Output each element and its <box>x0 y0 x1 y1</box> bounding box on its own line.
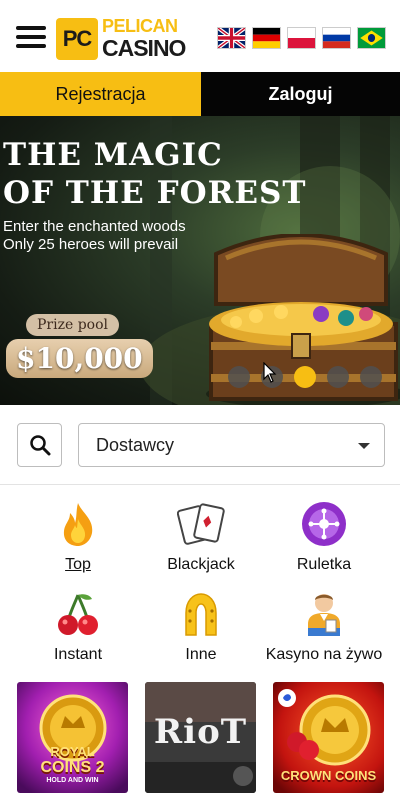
category-label-live-casino: Kasyno na żywo <box>265 646 383 663</box>
category-top[interactable]: Top <box>18 500 138 582</box>
hamburger-menu-icon[interactable] <box>16 26 46 48</box>
game-tile-riot[interactable]: RioT <box>145 682 256 793</box>
flag-germany-icon[interactable] <box>252 27 281 49</box>
provider-dropdown[interactable]: Dostawcy <box>78 423 385 467</box>
cherries-icon <box>54 590 102 638</box>
category-instant[interactable]: Instant <box>18 590 138 672</box>
provider-dropdown-value: Dostawcy <box>96 434 175 455</box>
horseshoe-icon <box>177 590 225 638</box>
search-button[interactable] <box>17 423 62 467</box>
game-tagline: HOLD AND WIN <box>46 777 99 784</box>
logo[interactable]: PC PELICAN CASINO <box>56 16 186 62</box>
banner-title: THE MAGIC OF THE FOREST <box>3 137 307 211</box>
carousel-dots <box>228 366 382 388</box>
flag-brazil-icon[interactable] <box>357 27 386 49</box>
playing-cards-icon <box>177 500 225 548</box>
register-button[interactable]: Rejestracja <box>0 72 201 116</box>
category-inne[interactable]: Inne <box>141 590 261 672</box>
fire-icon <box>54 500 102 548</box>
category-label-inne: Inne <box>185 646 217 663</box>
game-name: CROWN COINS <box>280 768 377 783</box>
game-tile-crown-coins[interactable]: CROWN COINS <box>273 682 384 793</box>
category-label-blackjack: Blackjack <box>167 556 235 573</box>
language-flags <box>217 27 386 49</box>
game-tile-royal-coins-2[interactable]: ROYAL COINS 2 HOLD AND WIN <box>17 682 128 793</box>
live-dealer-icon <box>300 590 348 638</box>
carousel-dot-3[interactable] <box>294 366 316 388</box>
logo-badge: PC <box>56 18 98 60</box>
carousel-dot-5[interactable] <box>360 366 382 388</box>
prize-pool-label: Prize pool <box>26 314 119 336</box>
promo-banner[interactable]: THE MAGIC OF THE FOREST Enter the enchan… <box>0 116 400 405</box>
game-name: RioT <box>153 712 248 752</box>
flag-poland-icon[interactable] <box>287 27 316 49</box>
logo-line2: CASINO <box>102 35 186 61</box>
search-icon <box>29 435 50 456</box>
category-blackjack[interactable]: Blackjack <box>141 500 261 582</box>
game-name: ROYAL <box>50 744 95 759</box>
flag-russia-icon[interactable] <box>322 27 351 49</box>
roulette-icon <box>300 500 348 548</box>
search-row: Dostawcy <box>0 405 400 485</box>
header: PC PELICAN CASINO <box>0 0 400 72</box>
category-label-top: Top <box>65 556 91 573</box>
login-button[interactable]: Zaloguj <box>201 72 400 116</box>
banner-subtitle: Enter the enchanted woods Only 25 heroes… <box>3 218 186 253</box>
category-label-ruletka: Ruletka <box>296 556 352 573</box>
mouse-cursor-icon <box>263 362 277 383</box>
carousel-dot-1[interactable] <box>228 366 250 388</box>
flag-uk-icon[interactable] <box>217 27 246 49</box>
logo-line1: PELICAN <box>102 16 178 36</box>
category-live-casino[interactable]: Kasyno na żywo <box>264 590 384 672</box>
carousel-dot-4[interactable] <box>327 366 349 388</box>
category-ruletka[interactable]: Ruletka <box>264 500 384 582</box>
auth-bar: Rejestracja Zaloguj <box>0 72 400 116</box>
chevron-down-icon <box>358 443 370 449</box>
category-label-instant: Instant <box>53 646 103 663</box>
prize-pool-amount: $10,000 <box>6 339 153 378</box>
